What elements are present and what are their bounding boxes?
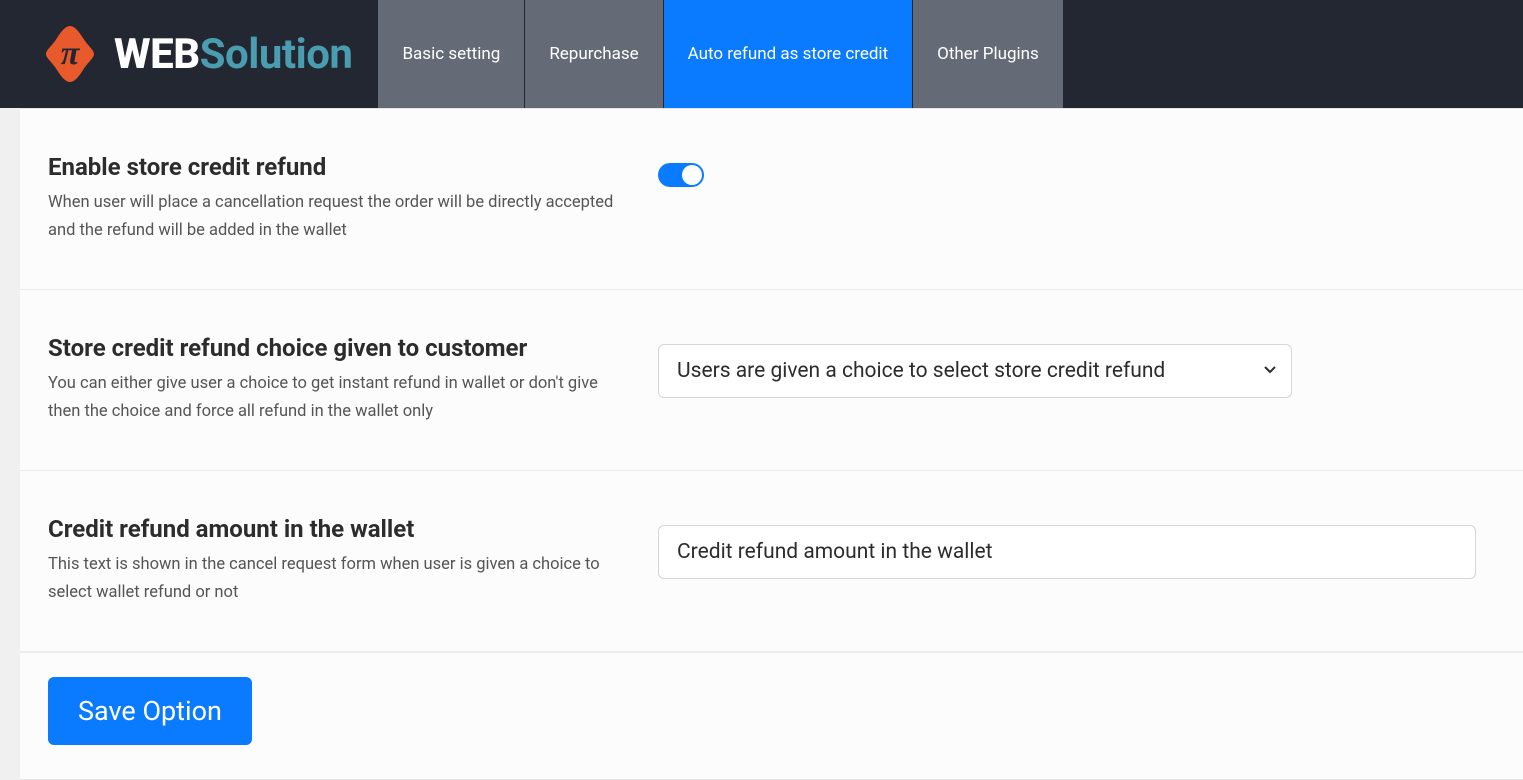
tab-other-plugins[interactable]: Other Plugins bbox=[913, 0, 1063, 108]
setting-desc: When user will place a cancellation requ… bbox=[48, 189, 618, 245]
setting-control bbox=[658, 515, 1495, 607]
tabs: Basic setting Repurchase Auto refund as … bbox=[378, 0, 1062, 108]
header-bar: π WEBSolution Basic setting Repurchase A… bbox=[0, 0, 1523, 108]
setting-enable-store-credit: Enable store credit refund When user wil… bbox=[20, 109, 1523, 290]
logo-solution: Solution bbox=[200, 30, 353, 79]
setting-label: Store credit refund choice given to cust… bbox=[48, 334, 618, 426]
setting-credit-refund-text: Credit refund amount in the wallet This … bbox=[20, 471, 1523, 652]
setting-refund-choice: Store credit refund choice given to cust… bbox=[20, 290, 1523, 471]
setting-title: Credit refund amount in the wallet bbox=[48, 515, 618, 543]
tab-repurchase[interactable]: Repurchase bbox=[525, 0, 663, 108]
pi-logo-icon: π bbox=[36, 20, 104, 88]
enable-store-credit-toggle[interactable] bbox=[658, 163, 704, 187]
setting-control: Users are given a choice to select store… bbox=[658, 334, 1495, 426]
setting-title: Store credit refund choice given to cust… bbox=[48, 334, 618, 362]
tab-auto-refund-store-credit[interactable]: Auto refund as store credit bbox=[664, 0, 914, 108]
setting-label: Enable store credit refund When user wil… bbox=[48, 153, 618, 245]
refund-choice-select[interactable]: Users are given a choice to select store… bbox=[658, 344, 1292, 398]
save-row: Save Option bbox=[20, 652, 1523, 779]
logo-text: WEBSolution bbox=[114, 30, 352, 79]
setting-title: Enable store credit refund bbox=[48, 153, 618, 181]
refund-choice-select-wrap: Users are given a choice to select store… bbox=[658, 344, 1292, 398]
setting-desc: You can either give user a choice to get… bbox=[48, 370, 618, 426]
save-option-button[interactable]: Save Option bbox=[48, 677, 252, 745]
setting-desc: This text is shown in the cancel request… bbox=[48, 551, 618, 607]
toggle-knob bbox=[682, 165, 702, 185]
setting-control bbox=[658, 153, 1495, 245]
credit-refund-text-input[interactable] bbox=[658, 525, 1476, 579]
settings-panel: Enable store credit refund When user wil… bbox=[20, 108, 1523, 780]
tab-basic-setting[interactable]: Basic setting bbox=[378, 0, 525, 108]
logo: π WEBSolution bbox=[0, 0, 378, 108]
setting-label: Credit refund amount in the wallet This … bbox=[48, 515, 618, 607]
svg-text:π: π bbox=[61, 35, 81, 72]
logo-web: WEB bbox=[114, 30, 200, 79]
